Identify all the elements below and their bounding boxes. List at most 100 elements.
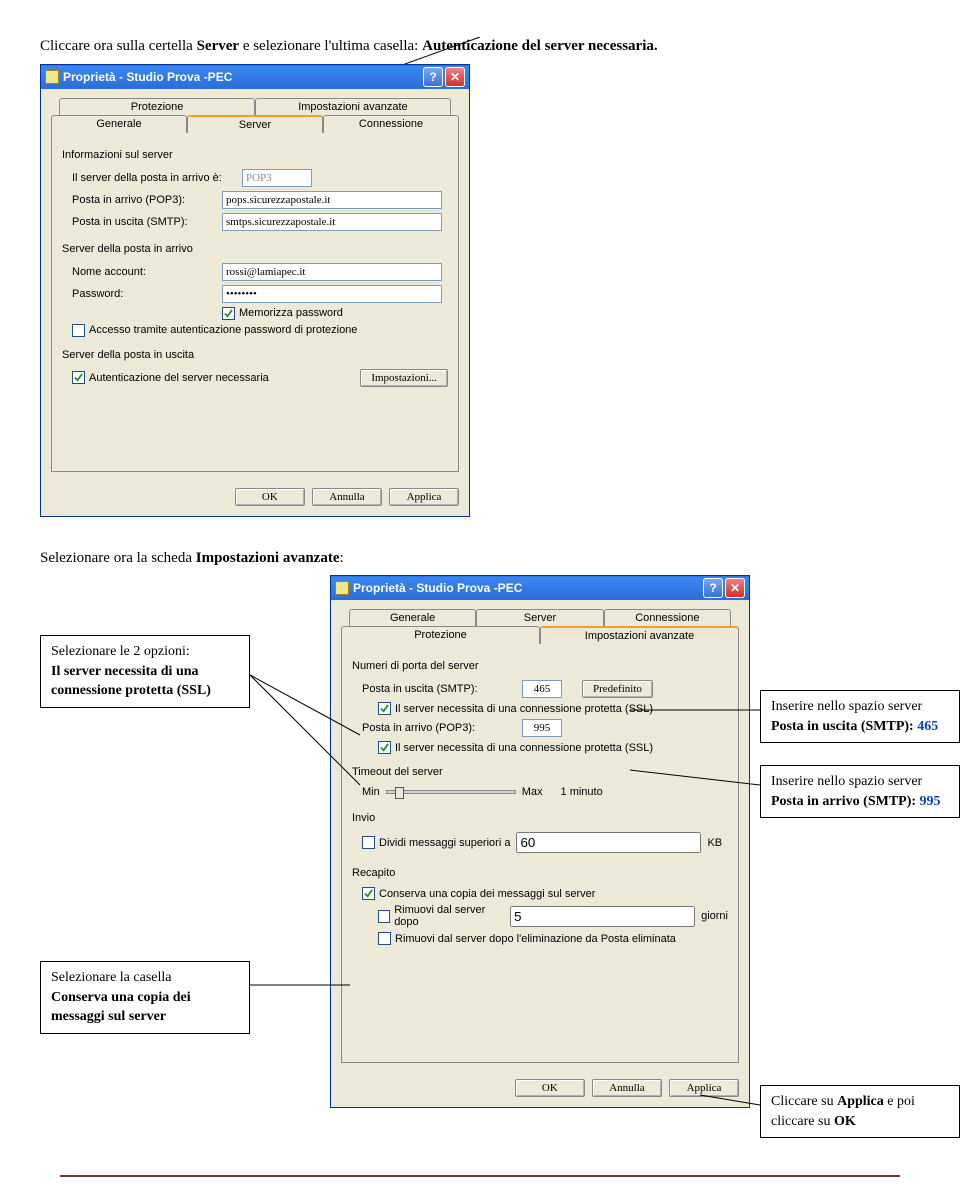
t: : bbox=[340, 550, 344, 566]
apply-button[interactable]: Applica bbox=[669, 1079, 739, 1097]
tab-generale[interactable]: Generale bbox=[349, 609, 476, 626]
apply-button[interactable]: Applica bbox=[389, 488, 459, 506]
checkbox-remove-deleted[interactable] bbox=[378, 932, 391, 945]
t: e selezionare l'ultima casella: bbox=[239, 38, 422, 54]
t: Inserire nello spazio server bbox=[771, 699, 922, 714]
section-1: Cliccare ora sulla certella Server e sel… bbox=[40, 35, 920, 517]
titlebar[interactable]: Proprietà - Studio Prova -PEC ? ✕ bbox=[331, 576, 749, 600]
t: 465 bbox=[917, 719, 938, 734]
cancel-button[interactable]: Annulla bbox=[312, 488, 382, 506]
sec2-grid: Selezionare le 2 opzioni: Il server nece… bbox=[40, 575, 920, 1135]
help-button[interactable]: ? bbox=[423, 67, 443, 87]
t: Server bbox=[197, 38, 239, 54]
label-account: Nome account: bbox=[72, 266, 222, 278]
ok-button[interactable]: OK bbox=[235, 488, 305, 506]
callout-keep: Selezionare la casella Conserva una copi… bbox=[40, 961, 250, 1034]
callout-pop-port: Inserire nello spazio server Posta in ar… bbox=[760, 765, 960, 818]
label-ssl-pop3: Il server necessita di una connessione p… bbox=[395, 742, 653, 754]
dialog-footer-2: OK Annulla Applica bbox=[331, 1073, 749, 1107]
label-split: Dividi messaggi superiori a bbox=[379, 837, 510, 849]
close-button[interactable]: ✕ bbox=[445, 67, 465, 87]
t: Posta in arrivo (SMTP): bbox=[771, 794, 920, 809]
tab-protezione[interactable]: Protezione bbox=[59, 98, 255, 115]
tab-impostazioni-avanzate[interactable]: Impostazioni avanzate bbox=[540, 626, 739, 644]
tabs: Generale Server Connessione Protezione I… bbox=[341, 608, 739, 1063]
t: Applica bbox=[837, 1094, 884, 1109]
tab-connessione[interactable]: Connessione bbox=[323, 115, 459, 133]
tab-content: Numeri di porta del server Posta in usci… bbox=[341, 643, 739, 1063]
tab-connessione[interactable]: Connessione bbox=[604, 609, 731, 626]
callout-apply-ok: Cliccare su Applica e poi cliccare su OK bbox=[760, 1085, 960, 1138]
close-button[interactable]: ✕ bbox=[725, 578, 745, 598]
label-ssl-smtp: Il server necessita di una connessione p… bbox=[395, 703, 653, 715]
group-send: Invio bbox=[352, 812, 728, 824]
t: Il server necessita di una connessione p… bbox=[51, 664, 211, 699]
account-input[interactable] bbox=[222, 263, 442, 281]
app-icon bbox=[335, 581, 349, 595]
timeout-slider[interactable] bbox=[386, 790, 516, 794]
checkbox-spa[interactable] bbox=[72, 324, 85, 337]
label-keep-copy: Conserva una copia dei messaggi sul serv… bbox=[379, 888, 595, 900]
checkbox-split[interactable] bbox=[362, 836, 375, 849]
label-password: Password: bbox=[72, 288, 222, 300]
tab-server[interactable]: Server bbox=[187, 115, 323, 133]
callout-ssl: Selezionare le 2 opzioni: Il server nece… bbox=[40, 635, 250, 708]
titlebar[interactable]: Proprietà - Studio Prova -PEC ? ✕ bbox=[41, 65, 469, 89]
help-button[interactable]: ? bbox=[703, 578, 723, 598]
t: Impostazioni avanzate bbox=[196, 550, 340, 566]
t: Cliccare su bbox=[771, 1094, 837, 1109]
tab-generale[interactable]: Generale bbox=[51, 115, 187, 133]
tab-impostazioni-avanzate[interactable]: Impostazioni avanzate bbox=[255, 98, 451, 115]
settings-button[interactable]: Impostazioni... bbox=[360, 369, 448, 387]
label-1min: 1 minuto bbox=[561, 786, 603, 798]
t: OK bbox=[834, 1114, 856, 1129]
group-incoming: Server della posta in arrivo bbox=[62, 243, 448, 255]
group-timeout: Timeout del server bbox=[352, 766, 728, 778]
t: Selezionare le 2 opzioni: bbox=[51, 644, 190, 659]
tab-server[interactable]: Server bbox=[476, 609, 603, 626]
section-2: Selezionare ora la scheda Impostazioni a… bbox=[40, 547, 920, 1136]
smtp-input[interactable] bbox=[222, 213, 442, 231]
checkbox-remove-after[interactable] bbox=[378, 910, 390, 923]
default-button[interactable]: Predefinito bbox=[582, 680, 653, 698]
group-delivery: Recapito bbox=[352, 867, 728, 879]
page-divider bbox=[60, 1175, 900, 1177]
body: Generale Server Connessione Protezione I… bbox=[331, 600, 749, 1073]
label-auth: Autenticazione del server necessaria bbox=[89, 372, 360, 384]
checkbox-ssl-pop3[interactable] bbox=[378, 741, 391, 754]
label-min: Min bbox=[362, 786, 380, 798]
checkbox-auth[interactable] bbox=[72, 371, 85, 384]
group-ports: Numeri di porta del server bbox=[352, 660, 728, 672]
app-icon bbox=[45, 70, 59, 84]
password-input[interactable] bbox=[222, 285, 442, 303]
dialog-footer: OK Annulla Applica bbox=[41, 482, 469, 516]
label-remember: Memorizza password bbox=[239, 307, 343, 319]
t: Selezionare ora la scheda bbox=[40, 550, 196, 566]
label-max: Max bbox=[522, 786, 543, 798]
label-smtp: Posta in uscita (SMTP): bbox=[362, 683, 522, 695]
window-title: Proprietà - Studio Prova -PEC bbox=[63, 70, 232, 84]
label-kb: KB bbox=[707, 837, 722, 849]
label-days: giorni bbox=[701, 910, 728, 922]
split-size-input bbox=[516, 832, 701, 853]
ok-button[interactable]: OK bbox=[515, 1079, 585, 1097]
days-input bbox=[510, 906, 695, 927]
dialog-advanced: Proprietà - Studio Prova -PEC ? ✕ Genera… bbox=[330, 575, 750, 1108]
t: Posta in uscita (SMTP): bbox=[771, 719, 917, 734]
tab-protezione[interactable]: Protezione bbox=[341, 626, 540, 644]
tab-content: Informazioni sul server Il server della … bbox=[51, 132, 459, 472]
checkbox-ssl-smtp[interactable] bbox=[378, 702, 391, 715]
t: Cliccare ora sulla certella bbox=[40, 38, 197, 54]
label-pop3: Posta in arrivo (POP3): bbox=[72, 194, 222, 206]
intro-1: Cliccare ora sulla certella Server e sel… bbox=[40, 35, 920, 58]
pop3-input[interactable] bbox=[222, 191, 442, 209]
label-remove-deleted: Rimuovi dal server dopo l'eliminazione d… bbox=[395, 933, 676, 945]
smtp-port-input[interactable] bbox=[522, 680, 562, 698]
checkbox-remember[interactable] bbox=[222, 307, 235, 320]
pop3-port-input[interactable] bbox=[522, 719, 562, 737]
t: Autenticazione del server necessaria. bbox=[422, 38, 658, 54]
cancel-button[interactable]: Annulla bbox=[592, 1079, 662, 1097]
label-server-type: Il server della posta in arrivo è: bbox=[72, 172, 242, 184]
checkbox-keep-copy[interactable] bbox=[362, 887, 375, 900]
callout-smtp-port: Inserire nello spazio server Posta in us… bbox=[760, 690, 960, 743]
